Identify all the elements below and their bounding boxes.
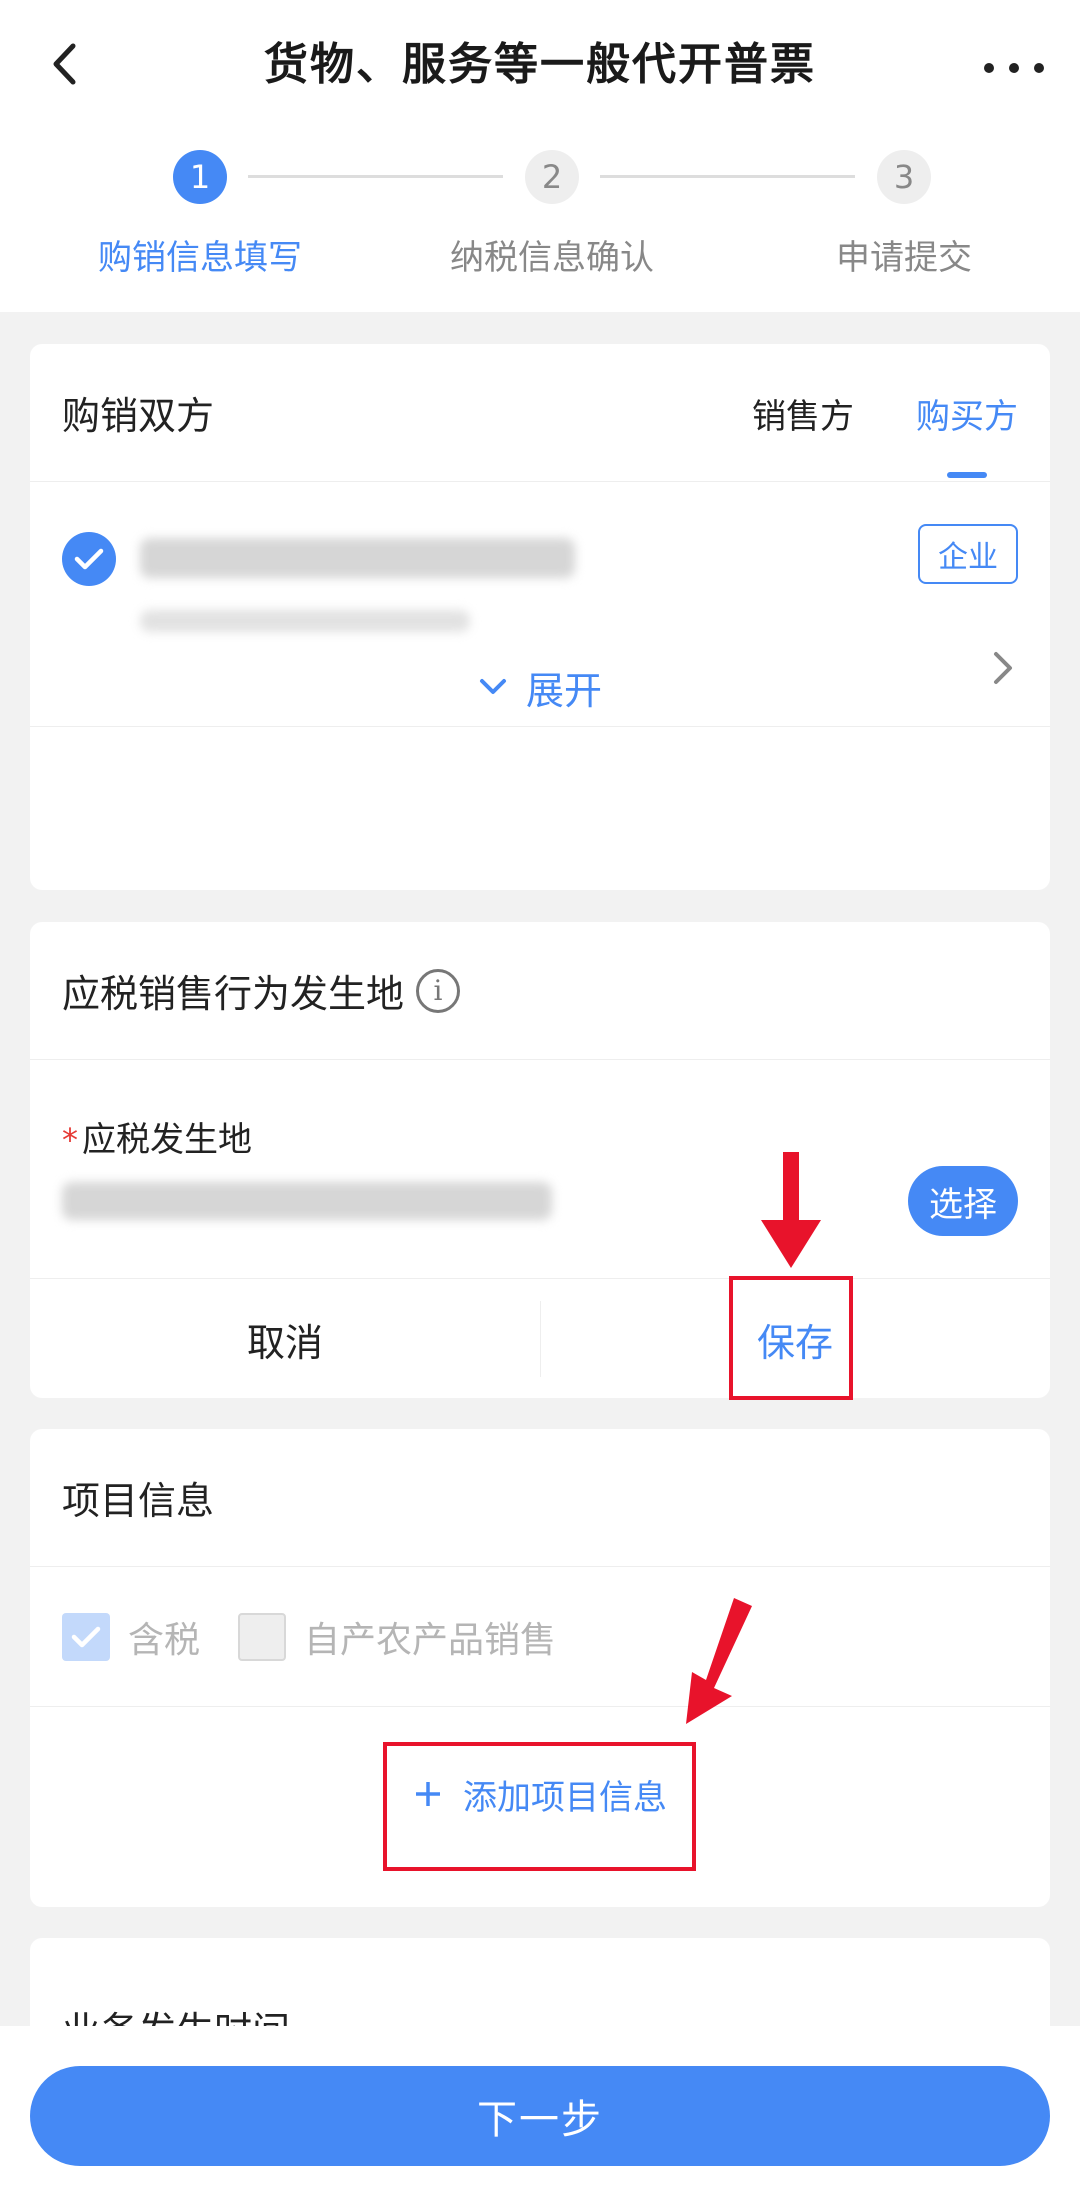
agri-product-label: 自产农产品销售 xyxy=(304,1619,557,1661)
chevron-down-icon xyxy=(479,679,506,694)
bottom-bar: 下一步 xyxy=(0,2026,1080,2208)
step-connector xyxy=(248,175,503,178)
blurred-tax-id xyxy=(140,610,470,632)
item-options: 含税 自产农产品销售 xyxy=(30,1567,1050,1707)
annotation-box-add-item xyxy=(383,1742,696,1871)
annotation-arrow-down-icon xyxy=(761,1152,821,1268)
more-dots-icon xyxy=(1034,63,1044,73)
blurred-location-value xyxy=(62,1182,552,1220)
parties-card: 购销双方 销售方 购买方 企业 展开 xyxy=(30,344,1050,890)
agri-product-checkbox[interactable] xyxy=(238,1612,287,1661)
step-3-label: 申请提交 xyxy=(836,238,972,278)
parties-title: 购销双方 xyxy=(62,394,215,438)
more-button[interactable] xyxy=(984,60,1044,76)
step-1-circle: 1 xyxy=(173,150,227,204)
field-label-text: 应税发生地 xyxy=(82,1120,252,1160)
step-indicator: 1 2 3 购销信息填写 纳税信息确认 申请提交 xyxy=(0,150,1080,280)
more-dots-icon xyxy=(1009,63,1019,73)
step-2-circle: 2 xyxy=(525,150,579,204)
page-title: 货物、服务等一般代开普票 xyxy=(264,39,816,90)
step-3-circle: 3 xyxy=(877,150,931,204)
parties-header: 购销双方 销售方 购买方 xyxy=(30,344,1050,482)
more-dots-icon xyxy=(984,63,994,73)
step-connector xyxy=(600,175,855,178)
blurred-company-name xyxy=(140,538,575,578)
location-title: 应税销售行为发生地 xyxy=(62,972,405,1016)
top-bar: 货物、服务等一般代开普票 1 2 3 购销信息填写 纳税信息确认 申请提交 xyxy=(0,0,1080,312)
entity-type-badge: 企业 xyxy=(918,524,1018,584)
items-header: 项目信息 xyxy=(30,1429,1050,1567)
next-step-button[interactable]: 下一步 xyxy=(30,2066,1050,2166)
location-card: 应税销售行为发生地 i * 应税发生地 选择 取消 保存 xyxy=(30,922,1050,1398)
selected-check-icon[interactable] xyxy=(62,532,116,586)
step-2-label: 纳税信息确认 xyxy=(450,238,654,278)
tax-included-checkbox[interactable] xyxy=(62,1612,110,1661)
tab-seller[interactable]: 销售方 xyxy=(752,344,854,482)
tab-buyer[interactable]: 购买方 xyxy=(916,344,1018,482)
annotation-box-save xyxy=(729,1276,853,1400)
tax-included-label: 含税 xyxy=(128,1619,201,1661)
cancel-button[interactable]: 取消 xyxy=(30,1279,540,1398)
field-label: * 应税发生地 xyxy=(62,1112,252,1161)
select-location-button[interactable]: 选择 xyxy=(908,1166,1018,1236)
annotation-arrow-diagonal-icon xyxy=(686,1598,752,1724)
expand-button[interactable]: 展开 xyxy=(30,652,1050,722)
required-mark: * xyxy=(62,1121,78,1159)
check-icon xyxy=(71,1626,101,1647)
location-field: * 应税发生地 选择 xyxy=(30,1060,1050,1278)
action-divider xyxy=(540,1301,541,1377)
step-1-label: 购销信息填写 xyxy=(98,238,302,278)
location-header: 应税销售行为发生地 i xyxy=(30,922,1050,1060)
info-icon[interactable]: i xyxy=(416,968,461,1013)
party-tabs: 销售方 购买方 xyxy=(752,344,1018,482)
expand-label: 展开 xyxy=(525,668,602,713)
items-title: 项目信息 xyxy=(62,1479,215,1523)
location-actions: 取消 保存 xyxy=(30,1278,1050,1398)
